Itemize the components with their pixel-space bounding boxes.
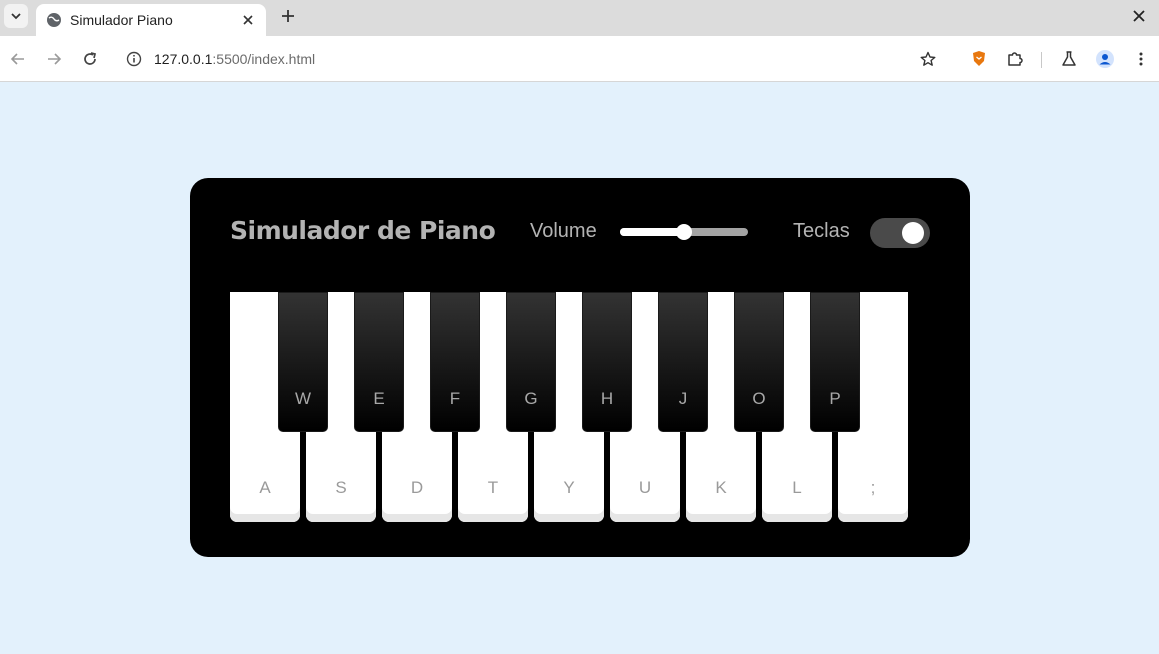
back-button[interactable] bbox=[6, 47, 30, 71]
chevron-down-icon bbox=[11, 13, 21, 20]
new-tab-button[interactable] bbox=[276, 6, 300, 26]
more-vertical-icon bbox=[1139, 52, 1143, 66]
key-label: O bbox=[752, 389, 766, 408]
flask-icon bbox=[1062, 51, 1076, 66]
bookmark-button[interactable] bbox=[918, 49, 938, 69]
key-label: U bbox=[638, 478, 652, 497]
volume-slider-fill bbox=[620, 228, 684, 236]
keys-toggle-knob bbox=[902, 222, 924, 244]
info-icon[interactable] bbox=[126, 51, 142, 67]
arrow-left-icon bbox=[10, 53, 24, 65]
plus-icon bbox=[282, 10, 294, 22]
url-host: 127.0.0.1 bbox=[154, 51, 213, 67]
black-key[interactable]: G bbox=[506, 292, 556, 432]
key-label: D bbox=[410, 478, 424, 497]
black-key[interactable]: H bbox=[582, 292, 632, 432]
key-label: S bbox=[335, 478, 347, 497]
tab-search-button[interactable] bbox=[4, 4, 28, 28]
tab-bar: Simulador Piano bbox=[0, 0, 1159, 36]
key-label: W bbox=[294, 389, 312, 408]
menu-button[interactable] bbox=[1129, 47, 1153, 71]
forward-button[interactable] bbox=[42, 47, 66, 71]
browser-tab[interactable]: Simulador Piano bbox=[36, 4, 266, 36]
volume-label: Volume bbox=[530, 220, 597, 242]
url-text: 127.0.0.1:5500/index.html bbox=[154, 51, 315, 67]
page-title: Simulador de Piano bbox=[230, 216, 496, 245]
profile-button[interactable] bbox=[1093, 47, 1117, 71]
key-label: A bbox=[259, 478, 271, 497]
black-key[interactable]: O bbox=[734, 292, 784, 432]
reload-icon bbox=[84, 52, 97, 65]
black-key[interactable]: P bbox=[810, 292, 860, 432]
extensions-button[interactable] bbox=[1003, 47, 1027, 71]
key-label: E bbox=[373, 389, 385, 408]
key-label: G bbox=[524, 389, 538, 408]
black-key[interactable]: E bbox=[354, 292, 404, 432]
key-label: L bbox=[792, 478, 802, 497]
keys-toggle-label: Teclas bbox=[793, 220, 850, 242]
key-label: P bbox=[829, 389, 841, 408]
keys-toggle[interactable] bbox=[870, 218, 930, 248]
black-key[interactable]: F bbox=[430, 292, 480, 432]
key-label: Y bbox=[563, 478, 575, 497]
key-label: T bbox=[487, 478, 499, 497]
volume-slider-thumb[interactable] bbox=[676, 224, 692, 240]
key-label: H bbox=[600, 389, 614, 408]
star-icon bbox=[920, 51, 936, 66]
toolbar-separator bbox=[1041, 52, 1042, 68]
brave-extension-button[interactable] bbox=[967, 47, 991, 71]
address-bar[interactable]: 127.0.0.1:5500/index.html bbox=[116, 43, 950, 75]
tab-title: Simulador Piano bbox=[70, 12, 173, 28]
tab-close-button[interactable] bbox=[240, 12, 256, 28]
black-key[interactable]: W bbox=[278, 292, 328, 432]
browser-toolbar: 127.0.0.1:5500/index.html bbox=[0, 36, 1159, 82]
labs-button[interactable] bbox=[1057, 47, 1081, 71]
lion-shield-icon bbox=[973, 51, 985, 66]
arrow-right-icon bbox=[48, 53, 62, 65]
piano-wrapper: Simulador de Piano Volume Teclas A S D T Y U K… bbox=[190, 178, 970, 557]
black-key[interactable]: J bbox=[658, 292, 708, 432]
key-label: J bbox=[678, 389, 688, 408]
volume-slider[interactable] bbox=[620, 224, 748, 240]
puzzle-icon bbox=[1008, 52, 1023, 66]
url-path: :5500/index.html bbox=[212, 51, 316, 67]
avatar-icon bbox=[1096, 50, 1114, 68]
key-label: F bbox=[449, 389, 461, 408]
window-close-button[interactable] bbox=[1128, 6, 1150, 26]
reload-button[interactable] bbox=[78, 47, 102, 71]
close-icon bbox=[1133, 10, 1145, 22]
close-icon bbox=[243, 15, 253, 25]
globe-icon bbox=[47, 13, 61, 27]
key-label: K bbox=[715, 478, 727, 497]
key-label: ; bbox=[870, 478, 876, 497]
